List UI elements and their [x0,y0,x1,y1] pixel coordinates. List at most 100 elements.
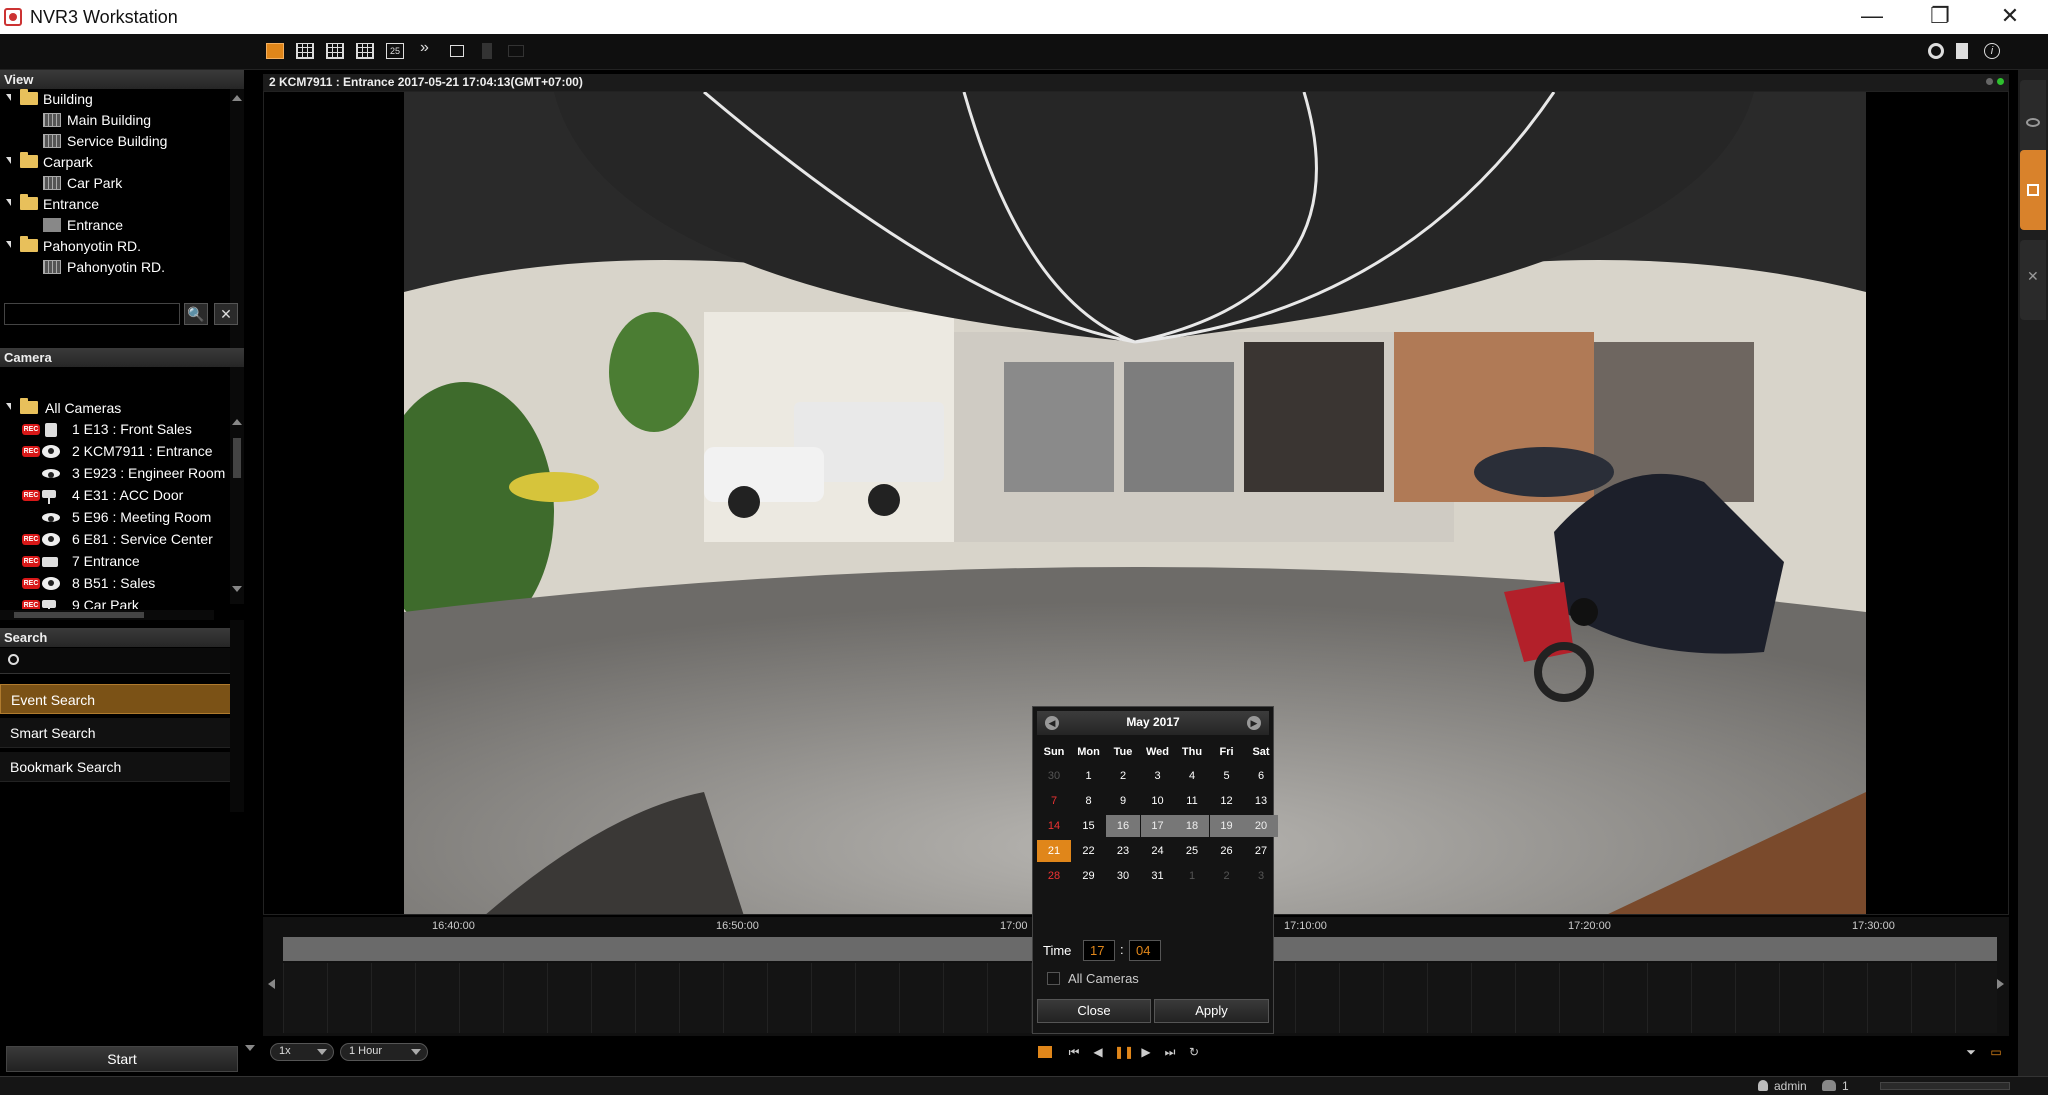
tree-group-entrance[interactable]: Entrance [0,194,228,215]
minimize-button[interactable]: — [1838,0,1906,34]
range-select[interactable]: 1 Hour [340,1043,428,1061]
camera-scrollbar[interactable] [230,414,244,604]
calendar-day[interactable]: 24 [1141,840,1175,862]
calendar-day[interactable]: 26 [1210,840,1244,862]
tree-group-building[interactable]: Building [0,89,228,110]
calendar-day[interactable]: 7 [1037,790,1071,812]
calendar-day[interactable]: 30 [1106,865,1140,887]
calendar-day[interactable]: 18 [1175,815,1209,837]
step-back-icon[interactable]: ◀ [1090,1044,1106,1060]
refresh-icon[interactable]: ↻ [1186,1044,1202,1060]
info-icon[interactable]: i [1984,43,2000,59]
calendar-day[interactable]: 22 [1072,840,1106,862]
layout-3x3-icon[interactable] [326,43,344,59]
calendar-day[interactable]: 31 [1141,865,1175,887]
calendar-day[interactable]: 16 [1106,815,1140,837]
calendar-day[interactable]: 23 [1106,840,1140,862]
playback-tab[interactable] [2020,150,2046,230]
scroll-up-icon[interactable] [232,95,242,101]
search-filter-bar[interactable] [0,648,243,674]
setup-tab[interactable]: ✕ [2020,240,2046,320]
hour-input[interactable]: 17 [1083,940,1115,961]
camera-search-button[interactable]: 🔍 [184,303,208,325]
scroll-thumb[interactable] [233,438,241,478]
start-button[interactable]: Start [6,1046,238,1072]
camera-item-5[interactable]: 5 E96 : Meeting Room [0,507,228,529]
calendar-day[interactable]: 1 [1072,765,1106,787]
calendar-day[interactable]: 6 [1244,765,1278,787]
tree-item-main-building[interactable]: Main Building [0,110,228,131]
expand-arrow-icon[interactable] [6,241,11,248]
view-scrollbar[interactable] [230,89,244,418]
calendar-day[interactable]: 25 [1175,840,1209,862]
calendar-day[interactable]: 10 [1141,790,1175,812]
speed-select[interactable]: 1x [270,1043,334,1061]
scroll-down-icon[interactable] [232,586,242,592]
expand-arrow-icon[interactable] [6,94,11,101]
pause-icon[interactable]: ❚❚ [1114,1044,1134,1060]
search-scrollbar[interactable] [230,620,244,812]
layout-4x4-icon[interactable] [356,43,374,59]
close-window-button[interactable]: ✕ [1976,0,2044,34]
timeline-next-icon[interactable] [1997,979,2004,989]
scroll-up-icon[interactable] [232,419,242,425]
tree-item-service-building[interactable]: Service Building [0,131,228,152]
calendar-icon[interactable] [1038,1046,1052,1058]
expand-arrow-icon[interactable] [6,199,11,206]
bookmark-toggle-icon[interactable]: ▭ [1988,1044,2004,1060]
tree-item-car-park[interactable]: Car Park [0,173,228,194]
camera-clear-button[interactable]: ✕ [214,303,238,325]
expand-arrow-icon[interactable] [6,403,11,410]
calendar-day[interactable]: 13 [1244,790,1278,812]
calendar-day[interactable]: 29 [1072,865,1106,887]
expand-arrow-icon[interactable] [6,157,11,164]
tree-group-carpark[interactable]: Carpark [0,152,228,173]
tree-group-all-cameras[interactable]: All Cameras [0,398,228,419]
calendar-day[interactable]: 27 [1244,840,1278,862]
minute-input[interactable]: 04 [1129,940,1161,961]
calendar-day[interactable]: 11 [1175,790,1209,812]
popup-window-icon[interactable] [450,45,464,57]
calendar-day[interactable]: 9 [1106,790,1140,812]
panel-collapse-icon[interactable] [245,1045,255,1051]
calendar-day[interactable]: 20 [1244,815,1278,837]
calendar-day[interactable]: 1 [1175,865,1209,887]
calendar-day[interactable]: 15 [1072,815,1106,837]
calendar-day[interactable]: 21 [1037,840,1071,862]
smart-search-item[interactable]: Smart Search [0,718,243,748]
calendar-day[interactable]: 8 [1072,790,1106,812]
calendar-day[interactable]: 3 [1141,765,1175,787]
restore-button[interactable]: ❐ [1906,0,1974,34]
camera-item-1[interactable]: REC 1 E13 : Front Sales [0,419,228,441]
calendar-day[interactable]: 2 [1106,765,1140,787]
tree-group-pahonyotin[interactable]: Pahonyotin RD. [0,236,228,257]
camera-hscrollbar[interactable] [0,610,214,620]
calendar-day[interactable]: 4 [1175,765,1209,787]
layout-25-icon[interactable]: 25 [386,43,404,59]
close-button[interactable]: Close [1037,999,1151,1023]
skip-start-icon[interactable]: ⏮ [1066,1044,1082,1060]
layout-2x2-icon[interactable] [296,43,314,59]
calendar-day[interactable]: 17 [1140,815,1175,837]
more-layouts-icon[interactable]: » [420,39,429,57]
log-document-icon[interactable] [1956,43,1968,59]
apply-button[interactable]: Apply [1154,999,1269,1023]
filter-icon[interactable]: ⏷ [1963,1044,1979,1060]
camera-item-9[interactable]: REC 9 Car Park [0,595,228,609]
skip-end-icon[interactable]: ⏭ [1162,1044,1178,1060]
tree-item-entrance[interactable]: Entrance [0,215,228,236]
calendar-day[interactable]: 2 [1210,865,1244,887]
camera-item-3[interactable]: 3 E923 : Engineer Room [0,463,228,485]
camera-item-2[interactable]: REC 2 KCM7911 : Entrance [0,441,228,463]
snapshot-icon[interactable] [508,45,524,57]
event-search-item[interactable]: Event Search [0,684,243,714]
next-month-button[interactable]: ▶ [1247,716,1261,730]
camera-item-4[interactable]: REC 4 E31 : ACC Door [0,485,228,507]
scroll-thumb[interactable] [14,612,144,618]
calendar-day[interactable]: 14 [1037,815,1071,837]
camera-item-8[interactable]: REC 8 B51 : Sales [0,573,228,595]
calendar-day[interactable]: 30 [1037,765,1071,787]
layout-1x1-icon[interactable] [266,43,284,59]
bookmark-icon[interactable] [482,43,492,59]
calendar-day[interactable]: 5 [1210,765,1244,787]
